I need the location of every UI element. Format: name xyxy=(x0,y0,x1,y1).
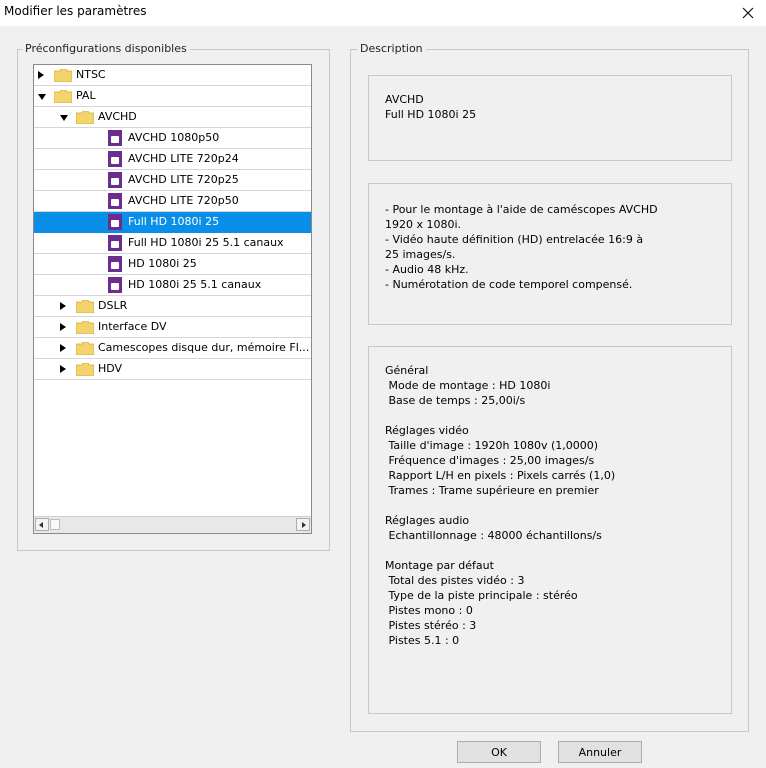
tree-item-label: DSLR xyxy=(98,299,128,312)
arrow-right-icon xyxy=(302,522,306,528)
description-group-label: Description xyxy=(357,42,426,55)
tree-item-label: HD 1080i 25 5.1 canaux xyxy=(128,278,262,291)
tree-item[interactable]: AVCHD LITE 720p24 xyxy=(34,149,311,170)
presets-tree[interactable]: NTSC PAL AVCHD AVCHD 1080p50 AVCHD LITE 720p… xyxy=(33,64,312,534)
scroll-thumb[interactable] xyxy=(50,519,60,530)
tree-item[interactable]: AVCHD 1080p50 xyxy=(34,128,311,149)
close-icon xyxy=(742,7,754,19)
tree-item[interactable]: DSLR xyxy=(34,296,311,317)
expand-arrow-down-icon[interactable] xyxy=(38,94,46,100)
tree-item[interactable]: AVCHD xyxy=(34,107,311,128)
description-notes-box: - Pour le montage à l'aide de caméscopes… xyxy=(368,183,732,325)
expand-arrow-right-icon[interactable] xyxy=(60,323,66,331)
tree-item[interactable]: Camescopes disque dur, mémoire Fl... xyxy=(34,338,311,359)
tree-item-label: AVCHD LITE 720p50 xyxy=(128,194,239,207)
tree-item[interactable]: AVCHD LITE 720p25 xyxy=(34,170,311,191)
preset-file-icon xyxy=(108,256,122,272)
expand-arrow-right-icon[interactable] xyxy=(38,71,44,79)
description-summary: AVCHD Full HD 1080i 25 xyxy=(385,93,477,121)
tree-item-label: NTSC xyxy=(76,68,106,81)
ok-button[interactable]: OK xyxy=(457,741,541,763)
expand-arrow-right-icon[interactable] xyxy=(60,365,66,373)
preset-file-icon xyxy=(108,214,122,230)
tree-item[interactable]: PAL xyxy=(34,86,311,107)
folder-icon xyxy=(76,300,94,313)
folder-icon xyxy=(54,90,72,103)
tree-item-label: AVCHD LITE 720p25 xyxy=(128,173,239,186)
preset-file-icon xyxy=(108,193,122,209)
tree-item[interactable]: Full HD 1080i 25 xyxy=(34,212,311,233)
tree-item-label: AVCHD 1080p50 xyxy=(128,131,220,144)
tree-item[interactable]: NTSC xyxy=(34,65,311,86)
description-summary-box: AVCHD Full HD 1080i 25 xyxy=(368,75,732,161)
tree-item-label: AVCHD xyxy=(98,110,137,123)
tree-item-label: HD 1080i 25 xyxy=(128,257,197,270)
preset-file-icon xyxy=(108,130,122,146)
close-button[interactable] xyxy=(736,1,760,25)
description-notes: - Pour le montage à l'aide de caméscopes… xyxy=(385,203,658,291)
tree-item[interactable]: HDV xyxy=(34,359,311,380)
tree-item[interactable]: AVCHD LITE 720p50 xyxy=(34,191,311,212)
folder-icon xyxy=(76,342,94,355)
folder-icon xyxy=(54,69,72,82)
expand-arrow-down-icon[interactable] xyxy=(60,115,68,121)
preset-file-icon xyxy=(108,277,122,293)
folder-icon xyxy=(76,321,94,334)
folder-icon xyxy=(76,111,94,124)
folder-icon xyxy=(76,363,94,376)
scroll-right-button[interactable] xyxy=(296,518,310,531)
description-settings-box: Général Mode de montage : HD 1080i Base … xyxy=(368,346,732,714)
description-settings: Général Mode de montage : HD 1080i Base … xyxy=(385,364,616,647)
tree-item-label: Interface DV xyxy=(98,320,167,333)
tree-item-label: PAL xyxy=(76,89,96,102)
expand-arrow-right-icon[interactable] xyxy=(60,344,66,352)
presets-group-label: Préconfigurations disponibles xyxy=(22,42,190,55)
tree-item[interactable]: Full HD 1080i 25 5.1 canaux xyxy=(34,233,311,254)
tree-item[interactable]: Interface DV xyxy=(34,317,311,338)
horizontal-scrollbar[interactable] xyxy=(34,516,311,533)
tree-item-label: Camescopes disque dur, mémoire Fl... xyxy=(98,341,310,354)
tree-item-label: Full HD 1080i 25 5.1 canaux xyxy=(128,236,284,249)
preset-file-icon xyxy=(108,151,122,167)
tree-item[interactable]: HD 1080i 25 xyxy=(34,254,311,275)
tree-item-label: AVCHD LITE 720p24 xyxy=(128,152,239,165)
tree-item[interactable]: HD 1080i 25 5.1 canaux xyxy=(34,275,311,296)
tree-item-label: HDV xyxy=(98,362,123,375)
tree-item-label: Full HD 1080i 25 xyxy=(128,215,220,228)
preset-file-icon xyxy=(108,235,122,251)
window-title: Modifier les paramètres xyxy=(4,4,147,18)
preset-file-icon xyxy=(108,172,122,188)
title-bar: Modifier les paramètres xyxy=(0,0,766,26)
expand-arrow-right-icon[interactable] xyxy=(60,302,66,310)
cancel-button[interactable]: Annuler xyxy=(558,741,642,763)
arrow-left-icon xyxy=(39,522,43,528)
scroll-left-button[interactable] xyxy=(35,518,49,531)
